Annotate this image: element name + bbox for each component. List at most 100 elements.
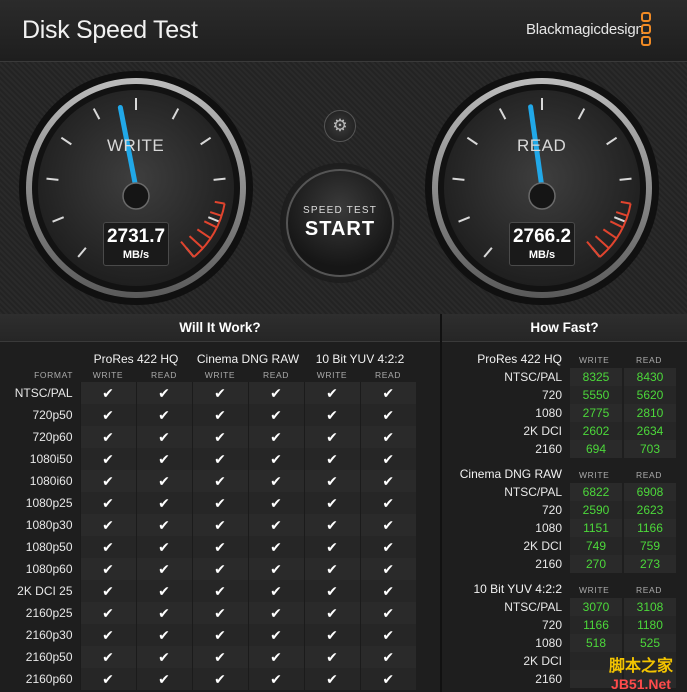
checkmark-icon: ✔ (326, 670, 338, 687)
resolution-label: 1080 (535, 521, 562, 535)
check-cell: ✔ (303, 580, 360, 602)
start-button[interactable]: SPEED TEST START (286, 169, 394, 277)
how-fast-row: 2160 694 703 (442, 440, 687, 458)
table-row: 1080p30 ✔ ✔ ✔ ✔ ✔ ✔ (0, 514, 440, 536)
check-cell: ✔ (359, 448, 416, 470)
write-value: 749 (570, 537, 622, 555)
checkmark-icon: ✔ (270, 516, 282, 533)
how-fast-row: 2160 270 273 (442, 555, 687, 573)
write-value: 2590 (570, 501, 622, 519)
checkmark-icon: ✔ (382, 472, 395, 489)
read-column-header: READ (636, 585, 663, 595)
codec-header: Cinema DNG RAW (196, 352, 300, 366)
write-readout: 2731.7 MB/s (103, 222, 169, 266)
checkmark-icon: ✔ (270, 494, 282, 511)
check-cell: ✔ (359, 426, 416, 448)
check-cell: ✔ (135, 404, 192, 426)
checkmark-icon: ✔ (214, 582, 226, 599)
checkmark-icon: ✔ (214, 560, 226, 577)
checkmark-icon: ✔ (102, 406, 114, 423)
checkmark-icon: ✔ (382, 494, 395, 511)
check-cell: ✔ (191, 668, 248, 690)
checkmark-icon: ✔ (214, 604, 226, 621)
check-cell: ✔ (135, 624, 192, 646)
resolution-label: 2K DCI (523, 654, 562, 668)
check-cell: ✔ (79, 382, 136, 404)
check-cell: ✔ (79, 470, 136, 492)
check-cell: ✔ (191, 404, 248, 426)
start-button-label: START (304, 218, 376, 240)
read-speed-value: 2766.2 (512, 226, 572, 247)
table-row: 1080p60 ✔ ✔ ✔ ✔ ✔ ✔ (0, 558, 440, 580)
write-value: 8325 (570, 368, 622, 386)
format-label: 2160p50 (25, 650, 73, 664)
read-value: 759 (624, 537, 676, 555)
table-row: 720p50 ✔ ✔ ✔ ✔ ✔ ✔ (0, 404, 440, 426)
check-cell: ✔ (303, 426, 360, 448)
checkmark-icon: ✔ (270, 604, 282, 621)
checkmark-icon: ✔ (382, 406, 395, 423)
checkmark-icon: ✔ (382, 538, 395, 555)
checkmark-icon: ✔ (270, 428, 282, 445)
check-cell: ✔ (191, 558, 248, 580)
table-row: 2160p50 ✔ ✔ ✔ ✔ ✔ ✔ (0, 646, 440, 668)
checkmark-icon: ✔ (158, 538, 170, 555)
read-value: 703 (624, 440, 676, 458)
how-fast-row: 1080 1151 1166 (442, 519, 687, 537)
check-cell: ✔ (135, 580, 192, 602)
checkmark-icon: ✔ (326, 494, 338, 511)
check-cell: ✔ (191, 492, 248, 514)
checkmark-icon: ✔ (102, 670, 114, 687)
checkmark-icon: ✔ (326, 604, 338, 621)
check-cell: ✔ (135, 426, 192, 448)
read-gauge-label: READ (517, 136, 567, 155)
read-value: 6908 (624, 483, 676, 501)
site-watermark: 脚本之家 JB51.Net (596, 652, 686, 692)
check-cell: ✔ (191, 536, 248, 558)
checkmark-icon: ✔ (158, 428, 170, 445)
check-cell: ✔ (247, 580, 304, 602)
check-cell: ✔ (135, 448, 192, 470)
check-cell: ✔ (247, 514, 304, 536)
read-column-header: READ (636, 470, 663, 480)
checkmark-icon: ✔ (102, 450, 114, 467)
checkmark-icon: ✔ (158, 626, 170, 643)
format-label: 2160p60 (25, 672, 73, 686)
check-cell: ✔ (247, 558, 304, 580)
checkmark-icon: ✔ (326, 626, 338, 643)
check-cell: ✔ (359, 624, 416, 646)
table-row: 1080p25 ✔ ✔ ✔ ✔ ✔ ✔ (0, 492, 440, 514)
how-fast-title: How Fast? (442, 314, 687, 342)
will-it-work-panel: Will It Work? ProRes 422 HQ Cinema DNG R… (0, 314, 440, 692)
write-value: 270 (570, 555, 622, 573)
format-label: 2160p25 (25, 606, 73, 620)
how-fast-row: NTSC/PAL 6822 6908 (442, 483, 687, 501)
how-fast-row: NTSC/PAL 3070 3108 (442, 598, 687, 616)
checkmark-icon: ✔ (270, 648, 282, 665)
resolution-label: 1080 (535, 406, 562, 420)
table-row: NTSC/PAL ✔ ✔ ✔ ✔ ✔ ✔ (0, 382, 440, 404)
gauge-tick (46, 177, 59, 181)
write-column-header: WRITE (579, 355, 610, 365)
check-cell: ✔ (359, 470, 416, 492)
check-cell: ✔ (135, 558, 192, 580)
format-label: 1080p50 (25, 540, 73, 554)
check-cell: ✔ (303, 404, 360, 426)
checkmark-icon: ✔ (326, 406, 338, 423)
how-fast-row: 720 5550 5620 (442, 386, 687, 404)
checkmark-icon: ✔ (270, 670, 282, 687)
check-cell: ✔ (303, 514, 360, 536)
check-cell: ✔ (191, 448, 248, 470)
table-row: 2160p60 ✔ ✔ ✔ ✔ ✔ ✔ (0, 668, 440, 690)
write-value: 518 (570, 634, 622, 652)
read-gauge (425, 71, 659, 305)
read-column-header: READ (636, 355, 663, 365)
write-value: 2775 (570, 404, 622, 422)
check-cell: ✔ (191, 514, 248, 536)
checkmark-icon: ✔ (158, 494, 170, 511)
check-cell: ✔ (247, 602, 304, 624)
checkmark-icon: ✔ (382, 516, 395, 533)
checkmark-icon: ✔ (158, 560, 170, 577)
check-cell: ✔ (79, 602, 136, 624)
settings-gear-icon[interactable]: ⚙ (324, 110, 356, 142)
